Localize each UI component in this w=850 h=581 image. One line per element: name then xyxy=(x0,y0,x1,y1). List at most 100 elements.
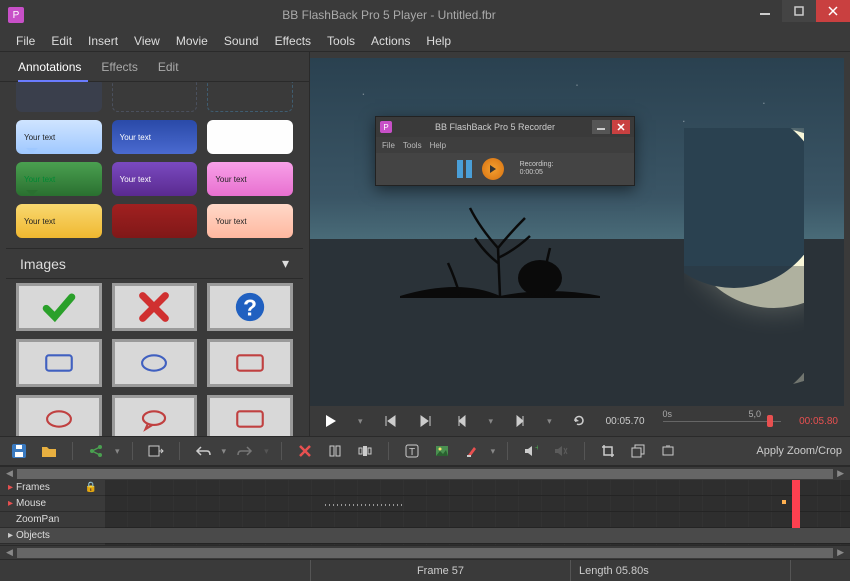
stop-record-button[interactable] xyxy=(482,158,504,180)
fullscreen-button[interactable] xyxy=(657,440,679,462)
highlight-button[interactable] xyxy=(461,440,483,462)
callout-text: Your text xyxy=(24,175,55,184)
track-mouse[interactable]: ▸Mouse xyxy=(0,496,105,512)
menu-edit[interactable]: Edit xyxy=(43,32,80,50)
close-button[interactable] xyxy=(816,0,850,22)
image-question[interactable]: ? xyxy=(207,283,293,331)
undo-button[interactable] xyxy=(192,440,214,462)
menu-actions[interactable]: Actions xyxy=(363,32,418,50)
recording-label: Recording: xyxy=(520,161,554,169)
menu-file[interactable]: File xyxy=(8,32,43,50)
recorder-menu-file[interactable]: File xyxy=(382,141,395,150)
callout-text: Your text xyxy=(120,175,151,184)
text-button[interactable]: T xyxy=(401,440,423,462)
play-button[interactable] xyxy=(322,414,340,428)
images-section-header[interactable]: Images ▾ xyxy=(6,248,303,279)
callout-template[interactable]: Your text xyxy=(112,162,198,196)
window-title: BB FlashBack Pro 5 Player - Untitled.fbr xyxy=(30,8,748,22)
export-button[interactable] xyxy=(145,440,167,462)
recorder-menu-help[interactable]: Help xyxy=(430,141,446,150)
callout-template[interactable] xyxy=(112,82,198,112)
image-bubble-red[interactable] xyxy=(112,395,198,436)
scrubber[interactable]: 0s 5,0 xyxy=(663,417,782,425)
app-icon: P xyxy=(8,7,24,23)
menu-tools[interactable]: Tools xyxy=(319,32,363,50)
callout-template[interactable]: Your text xyxy=(16,120,102,154)
callout-text: Your text xyxy=(24,217,55,226)
crop-frames-button[interactable] xyxy=(324,440,346,462)
image-rect-red2[interactable] xyxy=(207,395,293,436)
callout-text: Your text xyxy=(24,133,55,142)
track-objects[interactable]: ▸Objects xyxy=(0,528,105,544)
skip-start-button[interactable] xyxy=(381,415,399,427)
maximize-button[interactable] xyxy=(782,0,816,22)
tab-annotations[interactable]: Annotations xyxy=(18,56,81,78)
lock-icon[interactable]: 🔒 xyxy=(85,482,97,493)
undo-chevron-icon: ▾ xyxy=(222,446,227,457)
callout-template[interactable]: Your text xyxy=(207,162,293,196)
loop-button[interactable] xyxy=(570,414,588,428)
titlebar: P BB FlashBack Pro 5 Player - Untitled.f… xyxy=(0,0,850,30)
volume-up-button[interactable]: + xyxy=(520,440,542,462)
menu-sound[interactable]: Sound xyxy=(216,32,267,50)
menu-insert[interactable]: Insert xyxy=(80,32,126,50)
menu-view[interactable]: View xyxy=(126,32,168,50)
image-oval-blue[interactable] xyxy=(112,339,198,387)
timeline-playhead[interactable] xyxy=(792,480,800,528)
main-toolbar: ▾ ▾ ▾ T ▾ + Apply Zoom/Crop xyxy=(0,436,850,466)
pause-button[interactable] xyxy=(457,160,472,178)
scroll-right-icon[interactable]: ▶ xyxy=(833,468,848,479)
callout-template[interactable]: Your text xyxy=(112,120,198,154)
image-rect-blue[interactable] xyxy=(16,339,102,387)
scroll-right-icon[interactable]: ▶ xyxy=(833,547,848,558)
recorder-window[interactable]: P BB FlashBack Pro 5 Recorder File Tools… xyxy=(375,116,635,186)
callout-template[interactable]: Your text xyxy=(207,204,293,238)
callout-text: Your text xyxy=(120,133,151,142)
recorder-minimize[interactable] xyxy=(592,120,610,134)
delete-button[interactable] xyxy=(294,440,316,462)
callout-template[interactable]: Your text xyxy=(16,204,102,238)
end-time: 00:05.80 xyxy=(799,416,838,427)
statusbar: Frame 57 Length 05.80s xyxy=(0,559,850,581)
video-preview[interactable]: P BB FlashBack Pro 5 Recorder File Tools… xyxy=(310,58,844,406)
callout-template[interactable] xyxy=(112,204,198,238)
recorder-close[interactable] xyxy=(612,120,630,134)
timeline-grid[interactable] xyxy=(105,480,850,545)
skip-end-button[interactable] xyxy=(417,415,435,427)
scroll-left-icon[interactable]: ◀ xyxy=(2,547,17,558)
playhead-icon[interactable] xyxy=(767,415,773,427)
tab-edit[interactable]: Edit xyxy=(158,56,179,78)
crop-button[interactable] xyxy=(597,440,619,462)
menu-effects[interactable]: Effects xyxy=(267,32,319,50)
timeline-scroll-top[interactable]: ◀ ▶ xyxy=(0,466,850,480)
menu-movie[interactable]: Movie xyxy=(168,32,216,50)
recording-time: 0:00:05 xyxy=(520,169,554,177)
share-button[interactable] xyxy=(85,440,107,462)
image-rect-red[interactable] xyxy=(207,339,293,387)
menu-help[interactable]: Help xyxy=(418,32,459,50)
track-zoompan[interactable]: ZoomPan xyxy=(0,512,105,528)
minimize-button[interactable] xyxy=(748,0,782,22)
open-button[interactable] xyxy=(38,440,60,462)
timeline-scroll-bottom[interactable]: ◀ ▶ xyxy=(0,545,850,559)
callout-template[interactable]: Your text xyxy=(16,162,102,196)
callout-template[interactable]: Your text xyxy=(207,120,293,154)
track-frames[interactable]: ▸Frames🔒 xyxy=(0,480,105,496)
volume-mute-button[interactable] xyxy=(550,440,572,462)
callout-template[interactable] xyxy=(207,82,293,112)
redo-button[interactable] xyxy=(234,440,256,462)
tab-effects[interactable]: Effects xyxy=(101,56,137,78)
recorder-menu-tools[interactable]: Tools xyxy=(403,141,422,150)
callout-template[interactable] xyxy=(16,82,102,112)
image-checkmark[interactable] xyxy=(16,283,102,331)
image-cross[interactable] xyxy=(112,283,198,331)
apply-zoom-crop-button[interactable]: Apply Zoom/Crop xyxy=(756,445,842,457)
insert-frame-button[interactable] xyxy=(354,440,376,462)
image-oval-red[interactable] xyxy=(16,395,102,436)
save-button[interactable] xyxy=(8,440,30,462)
step-back-button[interactable] xyxy=(453,415,471,427)
step-forward-button[interactable] xyxy=(511,415,529,427)
image-button[interactable] xyxy=(431,440,453,462)
scroll-left-icon[interactable]: ◀ xyxy=(2,468,17,479)
layers-button[interactable] xyxy=(627,440,649,462)
